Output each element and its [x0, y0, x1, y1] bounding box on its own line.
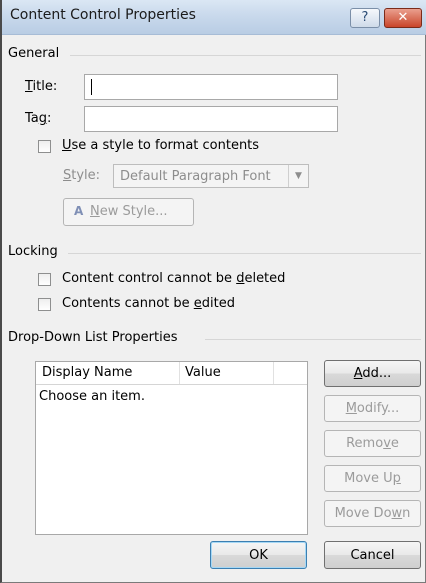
- move-down-label: Move Down: [334, 506, 411, 521]
- title-input[interactable]: [84, 74, 338, 100]
- column-display-name[interactable]: Display Name: [42, 365, 132, 380]
- remove-button[interactable]: Remove: [324, 430, 421, 457]
- new-style-icon: A: [74, 204, 84, 218]
- tag-input[interactable]: [84, 106, 338, 132]
- list-header: Display Name Value: [36, 362, 307, 385]
- column-separator[interactable]: [179, 362, 180, 384]
- dropdown-section-label: Drop-Down List Properties: [8, 330, 178, 345]
- ok-button[interactable]: OK: [210, 541, 307, 569]
- window-title: Content Control Properties: [10, 7, 196, 23]
- new-style-label: New Style...: [90, 204, 168, 219]
- ok-label: OK: [249, 548, 268, 563]
- chevron-down-icon: ▼: [288, 165, 308, 187]
- title-label: Title:: [25, 79, 58, 94]
- style-label: Style:: [63, 168, 101, 183]
- help-button[interactable]: ?: [350, 8, 380, 28]
- new-style-button[interactable]: A New Style...: [63, 198, 194, 226]
- general-divider: [70, 55, 421, 56]
- move-down-button[interactable]: Move Down: [324, 500, 421, 527]
- dropdown-list-view[interactable]: Display Name Value Choose an item.: [35, 361, 308, 535]
- close-icon: ✕: [397, 10, 409, 25]
- column-value[interactable]: Value: [185, 365, 221, 380]
- modify-label: Modify...: [345, 401, 400, 416]
- style-dropdown[interactable]: Default Paragraph Font ▼: [113, 164, 309, 188]
- locking-divider: [68, 253, 421, 254]
- move-up-label: Move Up: [344, 471, 401, 486]
- column-separator[interactable]: [273, 362, 274, 384]
- cannot-edit-checkbox[interactable]: [38, 298, 51, 311]
- modify-button[interactable]: Modify...: [324, 395, 421, 422]
- locking-section-label: Locking: [8, 244, 58, 259]
- content-control-properties-dialog: Content Control Properties ? ✕ General T…: [0, 0, 426, 583]
- tag-label: Tag:: [25, 111, 52, 126]
- title-bar[interactable]: Content Control Properties ? ✕: [2, 0, 426, 35]
- help-icon: ?: [361, 10, 369, 25]
- text-caret: [91, 79, 92, 95]
- style-dropdown-value: Default Paragraph Font: [120, 169, 271, 184]
- use-style-label: Use a style to format contents: [62, 138, 260, 153]
- general-section-label: General: [8, 46, 60, 61]
- cancel-label: Cancel: [350, 548, 395, 563]
- cannot-delete-checkbox[interactable]: [38, 273, 51, 286]
- cancel-button[interactable]: Cancel: [324, 541, 421, 569]
- move-up-button[interactable]: Move Up: [324, 465, 421, 492]
- close-button[interactable]: ✕: [384, 8, 422, 28]
- list-item[interactable]: Choose an item.: [39, 389, 145, 404]
- remove-label: Remove: [346, 436, 399, 451]
- cannot-edit-label: Contents cannot be edited: [62, 296, 235, 311]
- cannot-delete-label: Content control cannot be deleted: [62, 271, 286, 286]
- dropdown-divider: [205, 339, 421, 340]
- add-button[interactable]: Add...: [324, 360, 421, 387]
- add-label: Add...: [353, 366, 392, 381]
- use-style-checkbox[interactable]: [38, 140, 51, 153]
